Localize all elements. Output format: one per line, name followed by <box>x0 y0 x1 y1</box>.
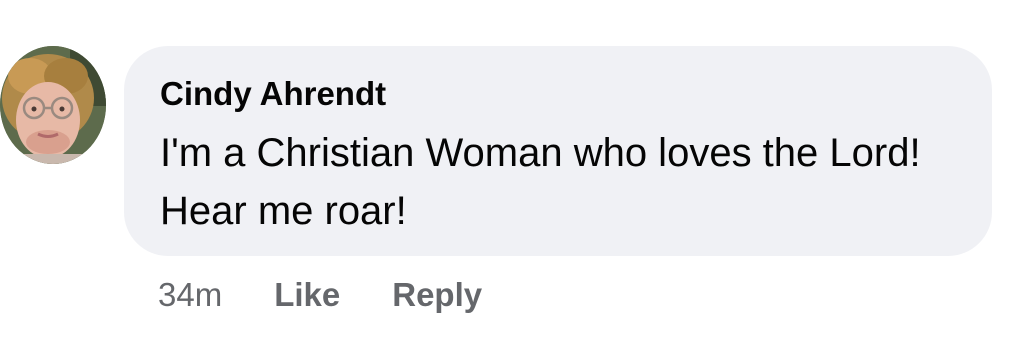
comment: Cindy Ahrendt I'm a Christian Woman who … <box>0 0 1020 340</box>
author-name[interactable]: Cindy Ahrendt <box>160 72 958 116</box>
comment-bubble: Cindy Ahrendt I'm a Christian Woman who … <box>124 46 992 256</box>
reply-button[interactable]: Reply <box>392 276 482 314</box>
comment-actions: 34m Like Reply <box>158 272 534 318</box>
profile-photo <box>0 46 106 164</box>
timestamp[interactable]: 34m <box>158 276 222 314</box>
avatar[interactable] <box>0 46 106 164</box>
like-button[interactable]: Like <box>274 276 340 314</box>
comment-text: I'm a Christian Woman who loves the Lord… <box>160 131 921 233</box>
